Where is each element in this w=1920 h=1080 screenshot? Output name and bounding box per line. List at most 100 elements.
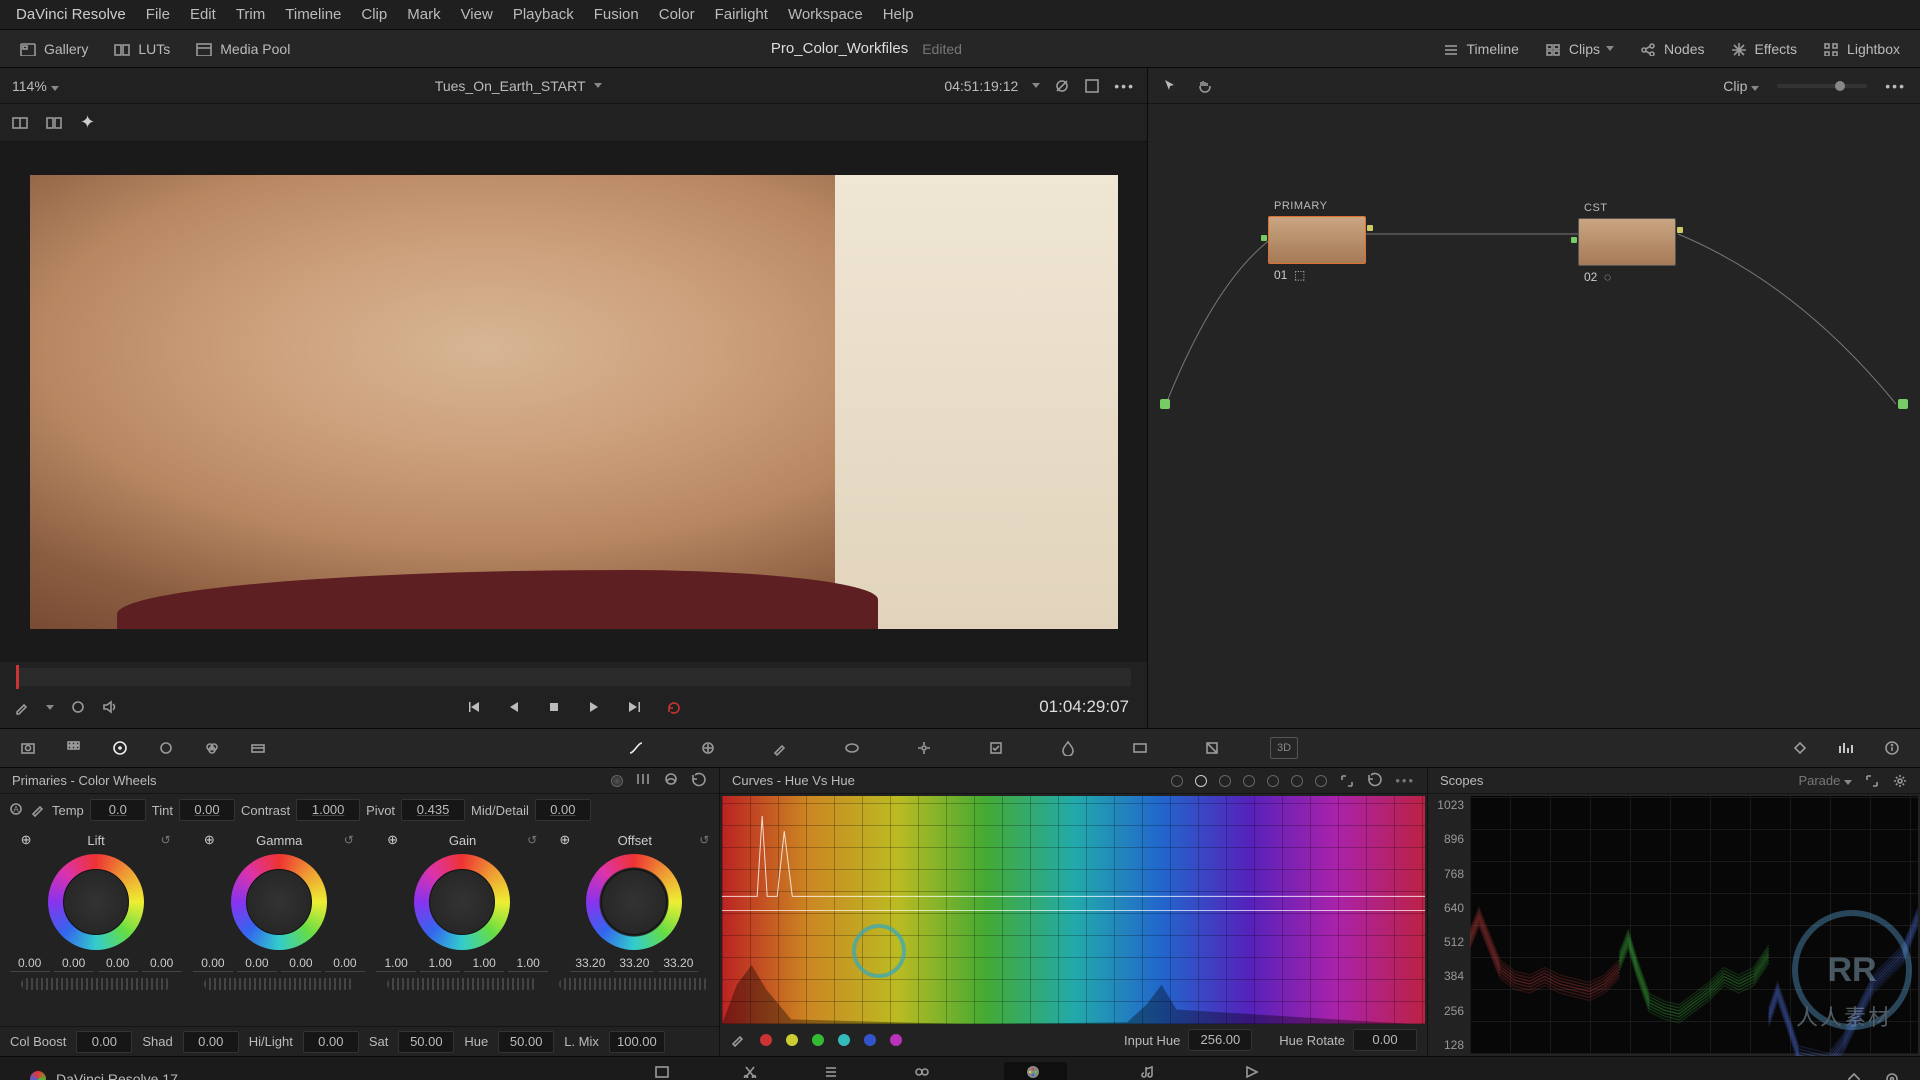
stop-button[interactable] (545, 698, 563, 716)
yrgb-picker-icon[interactable]: ⊕ (559, 832, 570, 848)
reset-icon[interactable]: ↺ (699, 833, 709, 847)
wheel-value[interactable]: 1.00 (420, 956, 460, 972)
parade-scope[interactable] (1470, 796, 1918, 1054)
adj-value[interactable]: 0.00 (183, 1031, 239, 1053)
mediapool-button[interactable]: Media Pool (186, 37, 300, 61)
swatch-blue[interactable] (864, 1034, 876, 1046)
pivot-value[interactable]: 0.435 (401, 799, 465, 821)
tint-value[interactable]: 0.00 (179, 799, 235, 821)
menu-playback[interactable]: Playback (503, 6, 584, 23)
eyedropper-icon[interactable] (730, 1031, 746, 1050)
options-icon[interactable]: ••• (1395, 773, 1415, 788)
jog-wheel[interactable] (387, 978, 537, 990)
wheel-value[interactable]: 0.00 (237, 956, 277, 972)
wheel-value[interactable]: 33.20 (614, 956, 654, 972)
reset-icon[interactable]: ↺ (527, 833, 537, 847)
wheel-value[interactable]: 0.00 (98, 956, 138, 972)
home-icon[interactable] (1846, 1071, 1862, 1080)
jog-wheel[interactable] (559, 978, 709, 990)
adj-value[interactable]: 50.00 (498, 1031, 554, 1053)
node-cst[interactable]: CST 02 ◌ (1578, 202, 1676, 284)
split-view-icon[interactable] (46, 115, 62, 131)
nodes-button[interactable]: Nodes (1630, 37, 1714, 61)
swatch-yellow[interactable] (786, 1034, 798, 1046)
node-scope-dropdown[interactable]: Clip (1723, 78, 1759, 94)
project-settings-icon[interactable] (1884, 1071, 1900, 1080)
adj-value[interactable]: 0.00 (303, 1031, 359, 1053)
wheel-value[interactable]: 1.00 (464, 956, 504, 972)
wheel-value[interactable]: 33.20 (658, 956, 698, 972)
curve-mode-hvs-icon[interactable] (1219, 775, 1231, 787)
warper-icon[interactable] (694, 737, 722, 759)
wheel-value[interactable]: 0.00 (325, 956, 365, 972)
input-hue-value[interactable]: 256.00 (1188, 1029, 1252, 1051)
menu-color[interactable]: Color (649, 6, 705, 23)
timeline-name-dropdown[interactable]: Tues_On_Earth_START (92, 78, 944, 94)
color-wheel[interactable] (231, 854, 327, 950)
wheels-mode-icon[interactable] (611, 775, 623, 787)
prev-clip-button[interactable] (465, 698, 483, 716)
expand-icon[interactable] (1864, 773, 1880, 789)
wheel-value[interactable]: 0.00 (281, 956, 321, 972)
3d-icon[interactable]: 3D (1270, 737, 1298, 759)
scope-mode-dropdown[interactable]: Parade (1798, 773, 1852, 788)
output-dot[interactable] (1898, 399, 1908, 409)
node-graph[interactable]: PRIMARY 01 ⬚ CST 02 ◌ (1148, 104, 1920, 728)
page-fairlight[interactable]: Fairlight (1127, 1064, 1173, 1080)
pointer-icon[interactable] (1162, 78, 1178, 94)
viewer-canvas[interactable] (0, 142, 1147, 662)
adj-value[interactable]: 100.00 (609, 1031, 665, 1053)
magic-mask-icon[interactable] (982, 737, 1010, 759)
hue-rotate-value[interactable]: 0.00 (1353, 1029, 1417, 1051)
node-zoom-slider[interactable] (1777, 84, 1867, 88)
image-wipe-icon[interactable] (12, 115, 28, 131)
page-media[interactable]: Media (647, 1064, 682, 1080)
mini-timeline[interactable] (16, 668, 1131, 686)
jog-wheel[interactable] (21, 978, 171, 990)
middetail-value[interactable]: 0.00 (535, 799, 591, 821)
unmix-icon[interactable] (70, 699, 86, 715)
menu-workspace[interactable]: Workspace (778, 6, 873, 23)
yrgb-picker-icon[interactable]: ⊕ (21, 832, 32, 848)
tracking-icon[interactable] (910, 737, 938, 759)
source-dot[interactable] (1160, 399, 1170, 409)
settings-icon[interactable] (1892, 773, 1908, 789)
loop-button[interactable] (665, 698, 683, 716)
windows-icon[interactable] (838, 737, 866, 759)
luts-button[interactable]: LUTs (104, 37, 180, 61)
play-button[interactable] (585, 698, 603, 716)
reverse-play-button[interactable] (505, 698, 523, 716)
wheel-value[interactable]: 0.00 (54, 956, 94, 972)
picker-icon[interactable] (14, 699, 30, 715)
menu-fusion[interactable]: Fusion (584, 6, 649, 23)
expand-icon[interactable] (1084, 78, 1100, 94)
log-mode-icon[interactable] (663, 771, 679, 790)
menu-file[interactable]: File (136, 6, 180, 23)
wheel-value[interactable]: 33.20 (570, 956, 610, 972)
highlight-wand-icon[interactable]: ✦ (80, 112, 95, 133)
curves-icon[interactable] (622, 737, 650, 759)
viewer-options-icon[interactable]: ••• (1114, 78, 1135, 94)
next-clip-button[interactable] (625, 698, 643, 716)
qualifier-icon[interactable] (766, 737, 794, 759)
reset-icon[interactable]: ↺ (161, 833, 171, 847)
gallery-button[interactable]: Gallery (10, 37, 98, 61)
node-primary[interactable]: PRIMARY 01 ⬚ (1268, 200, 1366, 282)
swatch-magenta[interactable] (890, 1034, 902, 1046)
reset-icon[interactable]: ↺ (344, 833, 354, 847)
viewer-zoom-dropdown[interactable]: 114% (12, 78, 92, 94)
swatch-cyan[interactable] (838, 1034, 850, 1046)
curve-mode-hvh-icon[interactable] (1195, 775, 1207, 787)
page-color[interactable]: Color (1004, 1062, 1067, 1080)
color-wheel[interactable] (414, 854, 510, 950)
auto-balance-icon[interactable]: A (8, 801, 24, 820)
wheel-value[interactable]: 0.00 (142, 956, 182, 972)
page-deliver[interactable]: Deliver (1233, 1064, 1273, 1080)
yrgb-picker-icon[interactable]: ⊕ (387, 832, 398, 848)
pick-white-icon[interactable] (30, 801, 46, 820)
effects-button[interactable]: Effects (1721, 37, 1808, 61)
mute-icon[interactable] (102, 699, 118, 715)
curve-mode-svs-icon[interactable] (1291, 775, 1303, 787)
yrgb-picker-icon[interactable]: ⊕ (204, 832, 215, 848)
node-options-icon[interactable]: ••• (1885, 78, 1906, 94)
